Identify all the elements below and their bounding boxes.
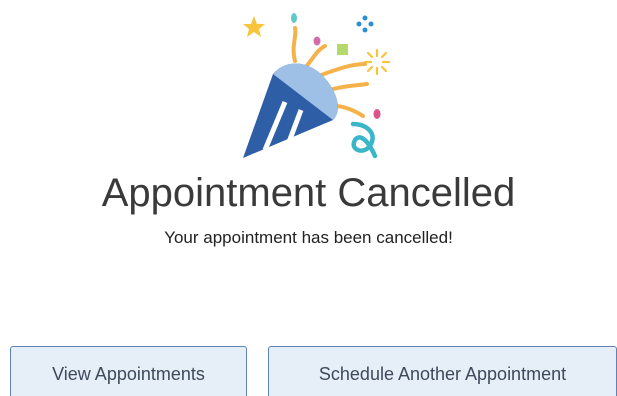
confirmation-message: Your appointment has been cancelled! — [164, 228, 453, 247]
cancellation-page: Appointment Cancelled Your appointment h… — [0, 0, 617, 396]
party-popper-icon — [243, 13, 391, 159]
star-icon — [243, 16, 265, 37]
schedule-another-appointment-button[interactable]: Schedule Another Appointment — [268, 346, 617, 396]
page-title: Appointment Cancelled — [101, 171, 516, 215]
view-appointments-button[interactable]: View Appointments — [10, 346, 247, 396]
